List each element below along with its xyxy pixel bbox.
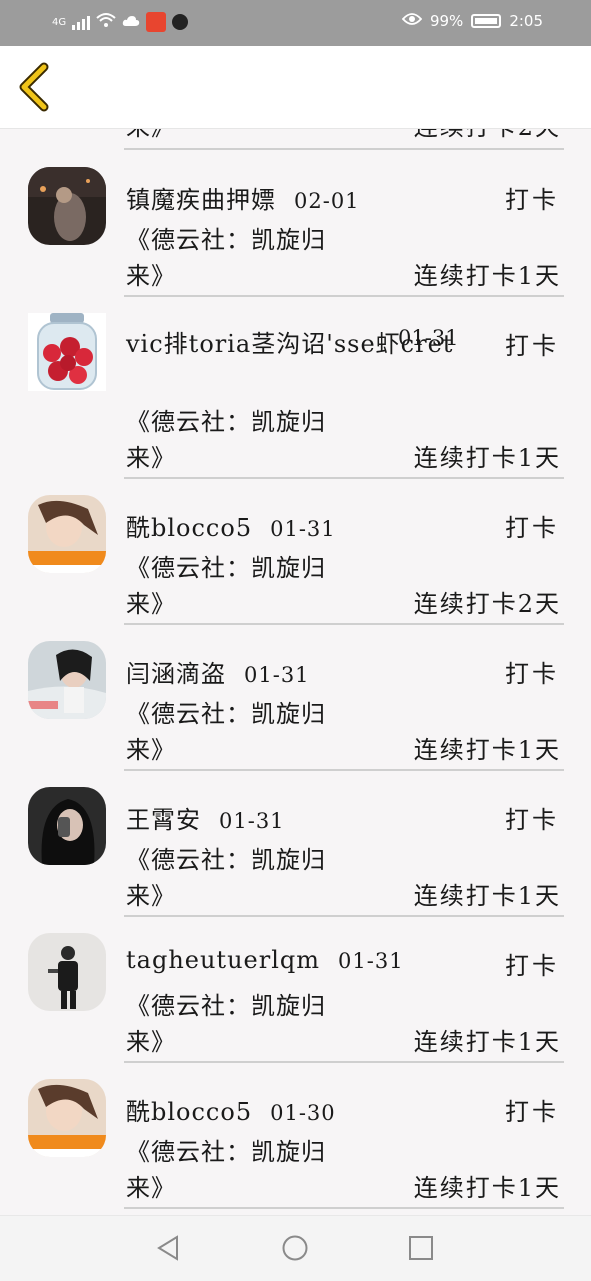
divider	[124, 1207, 564, 1209]
punch-label: 打卡	[505, 186, 559, 214]
user-name: 镇魔疾曲押嫖	[126, 186, 276, 214]
cloud-icon	[122, 13, 140, 31]
item-title-line2: 来》	[126, 1028, 176, 1056]
item-title-line2: 来》	[126, 590, 176, 618]
list-item[interactable]: vic排toria茎沟诏'sse虾cret 01-31 打卡 《德云社：凯旋归 …	[0, 296, 591, 479]
list-item[interactable]: tagheutuerlqm 01-31 打卡 《德云社：凯旋归 来》 连续打卡1天	[0, 916, 591, 1063]
nav-home-button[interactable]	[281, 1234, 309, 1262]
chevron-left-icon	[19, 62, 49, 112]
item-title-line1: 《德云社：凯旋归	[126, 1138, 326, 1166]
item-title-line1: 《德云社：凯旋归	[126, 554, 326, 582]
list-item[interactable]: 闫涵滴盗 01-31 打卡 《德云社：凯旋归 来》 连续打卡1天	[0, 624, 591, 771]
user-name-row: 酰blocco5 01-30	[126, 1092, 336, 1127]
checkin-date: 01-31	[338, 949, 404, 973]
user-name: 王霄安	[126, 806, 201, 834]
streak-text: 连续打卡1天	[413, 1028, 561, 1056]
streak-text: 连续打卡1天	[413, 262, 561, 290]
list-item[interactable]: 酰blocco5 01-30 打卡 《德云社：凯旋归 来》 连续打卡1天	[0, 1062, 591, 1209]
punch-label: 打卡	[505, 332, 559, 360]
user-name-row: 王霄安 01-31	[126, 800, 285, 835]
punch-label: 打卡	[505, 1098, 559, 1126]
item-title-line1: 《德云社：凯旋归	[126, 992, 326, 1020]
punch-label: 打卡	[505, 952, 559, 980]
item-title-line1: 《德云社：凯旋归	[126, 226, 326, 254]
streak-text: 连续打卡2天	[414, 129, 561, 142]
list-item[interactable]: 镇魔疾曲押嫖 02-01 打卡 《德云社：凯旋归 来》 连续打卡1天	[0, 150, 591, 297]
punch-label: 打卡	[505, 660, 559, 688]
checkin-date: 01-31	[244, 663, 310, 687]
circle-home-icon	[282, 1235, 308, 1261]
streak-text: 连续打卡1天	[413, 736, 561, 764]
user-name: 酰blocco5	[126, 514, 253, 542]
user-name: 闫涵滴盗	[126, 660, 226, 688]
user-name-row: 酰blocco5 01-31	[126, 508, 336, 543]
user-name-row: vic排toria茎沟诏'sse虾cret	[126, 326, 526, 362]
item-title-line2: 来》	[126, 262, 176, 290]
avatar	[28, 933, 106, 1011]
item-title-line2: 来》	[126, 736, 176, 764]
checkin-date: 02-01	[294, 189, 360, 213]
battery-percent: 99%	[429, 12, 464, 30]
list-item[interactable]: 酰blocco5 01-31 打卡 《德云社：凯旋归 来》 连续打卡2天	[0, 478, 591, 625]
square-recent-icon	[409, 1236, 433, 1260]
item-title-line2: 来》	[126, 882, 176, 910]
avatar	[28, 313, 106, 391]
avatar	[28, 495, 106, 573]
streak-text: 连续打卡1天	[413, 1174, 561, 1202]
avatar	[28, 167, 106, 245]
status-left: 4G	[52, 12, 189, 32]
checkin-date: 01-31	[219, 809, 285, 833]
app-header	[0, 46, 591, 129]
avatar	[28, 787, 106, 865]
system-nav-bar	[0, 1215, 591, 1281]
battery-icon	[471, 14, 502, 28]
user-name: tagheutuerlqm	[126, 946, 321, 974]
status-right: 99% 2:05	[401, 12, 543, 30]
avatar	[28, 641, 106, 719]
status-bar: 4G 99% 2:05	[0, 0, 591, 46]
item-title-line2: 来》	[126, 129, 176, 142]
list-item[interactable]: 王霄安 01-31 打卡 《德云社：凯旋归 来》 连续打卡1天	[0, 770, 591, 917]
tiktok-icon	[172, 14, 189, 30]
item-title-line1: 《德云社：凯旋归	[126, 700, 326, 728]
checkin-list[interactable]: 来》 连续打卡2天 镇魔疾曲押嫖 02-01 打卡 《德云社：凯旋归 来》 连续打…	[0, 129, 591, 1215]
nav-recent-button[interactable]	[407, 1234, 435, 1262]
clock: 2:05	[509, 12, 543, 30]
user-name-row: 镇魔疾曲押嫖 02-01	[126, 180, 360, 215]
item-title-line1: 《德云社：凯旋归	[126, 846, 326, 874]
app-notification-icon	[146, 12, 167, 32]
item-title-line1: 《德云社：凯旋归	[126, 408, 326, 436]
back-button[interactable]	[14, 62, 64, 112]
checkin-date: 01-31	[270, 517, 336, 541]
checkin-date: 01-30	[270, 1101, 336, 1125]
streak-text: 连续打卡1天	[413, 444, 561, 472]
streak-text: 连续打卡2天	[413, 590, 561, 618]
item-title-line2: 来》	[126, 1174, 176, 1202]
user-name-row: 闫涵滴盗 01-31	[126, 654, 310, 689]
network-type: 4G	[52, 16, 67, 28]
eye-icon	[401, 12, 423, 30]
nav-back-button[interactable]	[155, 1234, 183, 1262]
item-title-line2: 来》	[126, 444, 176, 472]
avatar	[28, 1079, 106, 1157]
signal-icon	[72, 14, 91, 30]
triangle-back-icon	[157, 1235, 178, 1261]
checkin-date: 01-31	[398, 326, 459, 350]
punch-label: 打卡	[505, 806, 559, 834]
streak-text: 连续打卡1天	[413, 882, 561, 910]
user-name: 酰blocco5	[126, 1098, 253, 1126]
punch-label: 打卡	[505, 514, 559, 542]
user-name-row: tagheutuerlqm 01-31	[126, 946, 404, 974]
wifi-icon	[96, 12, 116, 32]
